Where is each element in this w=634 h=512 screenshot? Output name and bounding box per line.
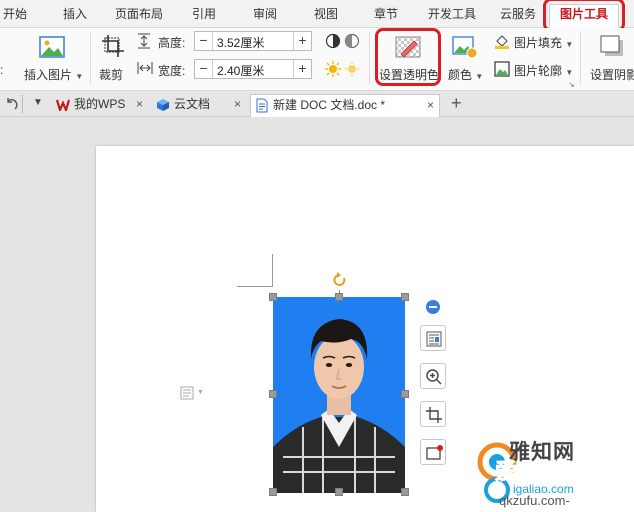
width-decrease-button[interactable]: − xyxy=(195,60,213,78)
height-icon xyxy=(138,33,150,49)
picture-color-icon xyxy=(452,36,478,59)
picture-fill-label: 图片填充 xyxy=(514,36,563,50)
height-stepper[interactable]: − 3.52厘米 + xyxy=(194,31,312,51)
layout-options-float-button[interactable] xyxy=(420,325,446,351)
tab-cloud-docs-label: 云文档 xyxy=(174,97,211,111)
selected-photo[interactable] xyxy=(273,297,405,493)
tab-references[interactable]: 引用 xyxy=(184,5,224,25)
cloud-doc-cube-icon xyxy=(157,99,169,111)
tab-review[interactable]: 审阅 xyxy=(245,5,285,25)
width-stepper[interactable]: − 2.40厘米 + xyxy=(194,59,312,79)
rotate-handle-icon[interactable] xyxy=(332,272,348,290)
color-caret: ▼ xyxy=(475,72,484,81)
resize-handle-middle-right[interactable] xyxy=(401,390,409,398)
ribbon-separator xyxy=(90,32,91,84)
tab-bar-separator xyxy=(22,95,23,113)
tab-view[interactable]: 视图 xyxy=(306,5,346,25)
wps-logo-icon xyxy=(56,99,70,111)
doc-file-icon xyxy=(256,98,268,113)
back-arrow-icon[interactable] xyxy=(4,97,18,111)
tab-developer[interactable]: 开发工具 xyxy=(422,5,482,25)
picture-outline-icon xyxy=(494,61,510,77)
crop-label: 裁剪 xyxy=(99,68,124,82)
resize-handle-bottom-left[interactable] xyxy=(269,488,277,496)
resize-handle-top-right[interactable] xyxy=(401,293,409,301)
width-increase-button[interactable]: + xyxy=(293,60,311,78)
tab-cloud-docs[interactable]: 云文档 × xyxy=(152,94,248,116)
border-float-button[interactable] xyxy=(420,439,446,465)
color-label: 颜色 xyxy=(448,68,473,82)
resize-handle-top-left[interactable] xyxy=(269,293,277,301)
resize-handle-bottom-right[interactable] xyxy=(401,488,409,496)
width-icon xyxy=(137,62,153,74)
height-label: 高度: xyxy=(158,36,186,50)
decrease-brightness-icon[interactable] xyxy=(344,61,360,77)
resize-handle-bottom-center[interactable] xyxy=(335,488,343,496)
crop-float-button[interactable] xyxy=(420,401,446,427)
picture-outline-label: 图片轮廓 xyxy=(514,64,563,78)
shadow-icon xyxy=(600,35,623,56)
group-dialog-launcher-icon[interactable]: ↘ xyxy=(568,80,575,89)
increase-contrast-icon[interactable] xyxy=(325,33,341,49)
menu-bar: 开始 插入 页面布局 引用 审阅 视图 章节 开发工具 云服务 图片工具 xyxy=(0,0,634,32)
height-increase-button[interactable]: + xyxy=(293,32,311,50)
set-shadow-button[interactable]: 设置阴影 xyxy=(588,31,634,87)
watermark-url-qkzufu: qkzufu.com- xyxy=(499,493,570,508)
height-decrease-button[interactable]: − xyxy=(195,32,213,50)
ribbon-separator xyxy=(580,32,581,84)
layout-options-caret[interactable]: ▼ xyxy=(197,389,204,396)
insert-picture-label: 插入图片 xyxy=(24,68,73,82)
zoom-preview-float-button[interactable] xyxy=(420,363,446,389)
insert-picture-button[interactable]: 插入图片 ▼ xyxy=(22,31,84,87)
tab-list-dropdown-icon[interactable]: ▼ xyxy=(33,97,43,108)
width-label: 宽度: xyxy=(158,64,186,78)
ribbon-separator xyxy=(369,32,370,84)
increase-brightness-icon[interactable] xyxy=(325,61,341,77)
picture-fill-button[interactable]: 图片填充 ▼ xyxy=(492,31,576,53)
document-tab-bar: ▼ 我的WPS × 云文档 × 新建 DOC 文档.doc * × + xyxy=(0,91,634,117)
highlight-box-set-transparent xyxy=(375,28,441,86)
resize-handle-middle-left[interactable] xyxy=(269,390,277,398)
tab-my-wps[interactable]: 我的WPS × xyxy=(52,94,148,116)
height-value[interactable]: 3.52厘米 xyxy=(217,34,264,51)
wrap-text-icon xyxy=(426,331,442,347)
ribbon-toolbar: : 插入图片 ▼ 裁剪 高度: − 3.52厘米 + 宽度: − 2.40厘米 … xyxy=(0,28,634,91)
picture-outline-caret: ▼ xyxy=(565,68,574,77)
tab-cloud-service[interactable]: 云服务 xyxy=(495,5,541,25)
resize-handle-top-center[interactable] xyxy=(335,293,343,301)
picture-icon xyxy=(39,36,65,58)
picture-border-icon xyxy=(426,445,443,460)
crop-icon xyxy=(102,35,124,57)
zoom-in-icon xyxy=(426,369,442,385)
margin-corner-marker xyxy=(237,254,273,287)
decrease-contrast-icon[interactable] xyxy=(344,33,360,49)
insert-picture-caret: ▼ xyxy=(75,72,84,81)
crop-button[interactable]: 裁剪 xyxy=(96,31,130,87)
width-value[interactable]: 2.40厘米 xyxy=(217,62,264,79)
set-shadow-label: 设置阴影 xyxy=(590,68,634,82)
picture-fill-caret: ▼ xyxy=(565,40,574,49)
tab-home[interactable]: 开始 xyxy=(0,5,30,25)
picture-outline-button[interactable]: 图片轮廓 ▼ xyxy=(492,59,576,81)
close-tab-my-wps-icon[interactable]: × xyxy=(136,94,143,114)
tab-active-document[interactable]: 新建 DOC 文档.doc * × xyxy=(250,94,440,117)
paint-bucket-icon xyxy=(495,35,509,49)
collapse-toolbar-icon[interactable] xyxy=(425,299,441,315)
tab-page-layout[interactable]: 页面布局 xyxy=(111,5,167,25)
layout-options-icon[interactable] xyxy=(180,386,194,400)
tab-active-document-label: 新建 DOC 文档.doc * xyxy=(273,98,386,112)
tab-insert[interactable]: 插入 xyxy=(55,5,95,25)
close-tab-cloud-docs-icon[interactable]: × xyxy=(234,94,241,114)
ribbon-edge-fragment: : xyxy=(0,63,4,77)
watermark-logo: 雅知网 爱一尬聊 igaliao.com qkzufu.com- xyxy=(473,436,634,512)
tab-my-wps-label: 我的WPS xyxy=(74,97,126,111)
close-tab-active-document-icon[interactable]: × xyxy=(427,95,434,115)
id-photo-image xyxy=(273,297,405,493)
color-button[interactable]: 颜色 ▼ xyxy=(446,31,486,87)
crop-float-icon xyxy=(426,407,442,423)
tab-section[interactable]: 章节 xyxy=(366,5,406,25)
new-tab-button[interactable]: + xyxy=(451,93,462,114)
